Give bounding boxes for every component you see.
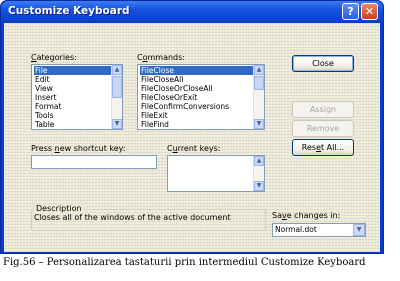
- scroll-down-icon[interactable]: ▼: [254, 181, 264, 191]
- scroll-up-icon[interactable]: ▲: [254, 65, 264, 75]
- list-item[interactable]: Format: [34, 102, 61, 111]
- list-item[interactable]: View: [34, 84, 53, 93]
- scroll-up-icon[interactable]: ▲: [112, 65, 122, 75]
- figure-caption: Fig.56 – Personalizarea tastaturii prin …: [3, 257, 366, 268]
- categories-label: Categories:: [31, 53, 77, 62]
- customize-keyboard-dialog: Customize Keyboard ? ✕ Categories: File …: [0, 0, 384, 254]
- save-changes-select[interactable]: Normal.dot ▼: [272, 223, 366, 237]
- close-window-button[interactable]: ✕: [361, 3, 378, 20]
- description-legend: Description: [34, 204, 84, 213]
- list-item[interactable]: FileExit: [140, 111, 168, 120]
- save-changes-label: Save changes in:: [272, 211, 341, 220]
- title-bar[interactable]: Customize Keyboard ? ✕: [1, 1, 383, 23]
- dialog-title: Customize Keyboard: [8, 5, 130, 17]
- commands-label: Commands:: [137, 53, 185, 62]
- list-item[interactable]: FileConfirmConversions: [140, 102, 229, 111]
- scroll-up-icon[interactable]: ▲: [254, 156, 264, 166]
- list-item[interactable]: FileClose: [140, 66, 253, 75]
- current-keys-label: Current keys:: [167, 144, 221, 153]
- list-item[interactable]: Tools: [34, 111, 53, 120]
- reset-all-button[interactable]: Reset All...: [292, 139, 354, 156]
- list-item[interactable]: Table: [34, 120, 54, 129]
- description-text: Closes all of the windows of the active …: [34, 213, 231, 222]
- help-button[interactable]: ?: [342, 3, 359, 20]
- current-keys-scrollbar[interactable]: ▲ ▼: [253, 156, 264, 191]
- shortcut-key-input[interactable]: [31, 155, 157, 169]
- list-item[interactable]: Insert: [34, 93, 57, 102]
- commands-scrollbar[interactable]: ▲ ▼: [253, 65, 264, 129]
- list-item[interactable]: FileCloseOrExit: [140, 93, 197, 102]
- remove-button[interactable]: Remove: [292, 120, 354, 137]
- shortcut-label: Press new shortcut key:: [31, 144, 126, 153]
- assign-button[interactable]: Assign: [292, 101, 354, 118]
- scroll-down-icon[interactable]: ▼: [112, 119, 122, 129]
- list-item[interactable]: Edit: [34, 75, 50, 84]
- list-item[interactable]: FileFind: [140, 120, 169, 129]
- close-button[interactable]: Close: [292, 55, 354, 72]
- chevron-down-icon[interactable]: ▼: [353, 224, 365, 236]
- save-changes-value: Normal.dot: [275, 225, 317, 234]
- current-keys-list[interactable]: ▲ ▼: [167, 155, 265, 192]
- list-item[interactable]: FileCloseOrCloseAll: [140, 84, 213, 93]
- list-item[interactable]: FileCloseAll: [140, 75, 183, 84]
- scroll-thumb[interactable]: [254, 76, 264, 90]
- dialog-body: Categories: File Edit View Insert Format…: [4, 23, 380, 252]
- categories-scrollbar[interactable]: ▲ ▼: [111, 65, 122, 129]
- categories-list[interactable]: File Edit View Insert Format Tools Table…: [31, 64, 123, 130]
- list-item[interactable]: File: [34, 66, 111, 75]
- commands-list[interactable]: FileClose FileCloseAll FileCloseOrCloseA…: [137, 64, 265, 130]
- scroll-thumb[interactable]: [112, 76, 122, 98]
- scroll-down-icon[interactable]: ▼: [254, 119, 264, 129]
